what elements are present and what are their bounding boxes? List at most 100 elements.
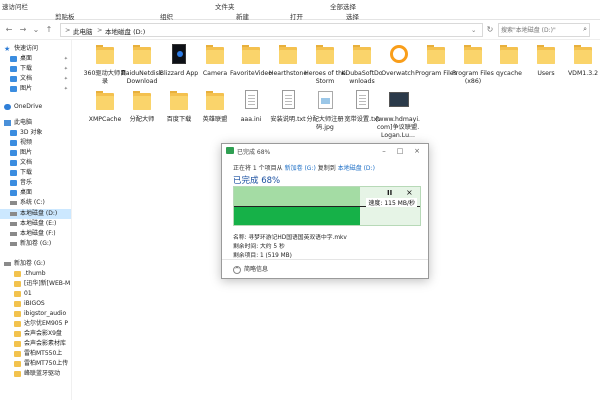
nav-item[interactable]: 本地磁盘 (D:) <box>0 209 71 219</box>
pause-button[interactable]: II <box>387 189 392 197</box>
nav-item-label: 图片 <box>20 85 33 92</box>
nav-item-label: 3D 对象 <box>20 129 43 136</box>
folder-icon <box>14 281 21 287</box>
vertical-scrollbar[interactable] <box>592 40 600 400</box>
nav-item[interactable]: 视频 <box>0 138 71 148</box>
fewer-details-toggle[interactable]: ^ 简略信息 <box>233 264 268 274</box>
pin-icon[interactable]: ✦ <box>64 74 68 84</box>
nav-item[interactable]: 3D 对象 <box>0 128 71 138</box>
dialog-title-bar[interactable]: 已完成 68% – □ × <box>222 144 428 158</box>
folder-icon <box>14 301 21 307</box>
search-icon[interactable]: ⌕ <box>583 25 587 34</box>
nav-item[interactable]: 音乐 <box>0 178 71 188</box>
nav-item-label: 系统 (C:) <box>20 199 45 206</box>
nav-item-label: 新加卷 (G:) <box>14 260 46 267</box>
breadcrumb-drive-d[interactable]: 本地磁盘 (D:) <box>105 26 145 36</box>
nav-item[interactable]: iBIGOS <box>0 299 71 309</box>
folder-icon <box>14 331 21 337</box>
maximize-button[interactable]: □ <box>394 146 406 156</box>
nav-item[interactable]: 01 <box>0 289 71 299</box>
nav-item-label: 此电脑 <box>14 119 33 126</box>
folder-icon <box>316 44 334 66</box>
address-bar[interactable]: > 此电脑 > 本地磁盘 (D:) ⌄ <box>60 23 483 37</box>
recent-chevron-icon[interactable]: ⌄ <box>31 25 41 35</box>
nav-item[interactable]: 本地磁盘 (F:) <box>0 229 71 239</box>
nav-item[interactable]: ibigstor_audio <box>0 309 71 319</box>
nav-item-label: 会声会影X9盘 <box>24 330 62 337</box>
folder-icon <box>500 44 518 66</box>
folder-icon <box>279 44 297 66</box>
folder-icon <box>14 311 21 317</box>
folder-icon <box>206 44 224 66</box>
select-all-button[interactable]: 全部选择 <box>330 1 356 11</box>
folder-icon <box>14 351 21 357</box>
quick-access-label[interactable]: 速访问栏 <box>2 1 28 11</box>
nav-item[interactable]: 雷柏MT550上 <box>0 349 71 359</box>
nav-item[interactable]: 达尔优EM905 P <box>0 319 71 329</box>
nav-item[interactable]: 本地磁盘 (E:) <box>0 219 71 229</box>
new-folder-button[interactable]: 文件夹 <box>215 1 235 11</box>
nav-item[interactable]: 会声会影X9盘 <box>0 329 71 339</box>
folder-icon <box>14 371 21 377</box>
nav-item[interactable]: ★ 快速访问 <box>0 44 71 54</box>
nav-item[interactable]: 桌面 <box>0 188 71 198</box>
nav-item[interactable]: [迅华]新[WEB-M <box>0 279 71 289</box>
progress-fill-upper <box>234 187 361 207</box>
picture-icon <box>10 150 17 156</box>
folder-icon <box>170 90 188 112</box>
nav-item-label: 下载 <box>20 65 33 72</box>
nav-item-label: 快速访问 <box>14 45 39 52</box>
nav-item[interactable]: 峰联蓝牙驱动 <box>0 369 71 379</box>
nav-item-label: .thumb <box>24 270 46 277</box>
nav-item[interactable]: 系统 (C:) <box>0 198 71 208</box>
minimize-button[interactable]: – <box>378 146 390 156</box>
text-file-icon <box>279 90 297 112</box>
source-link[interactable]: 新加卷 (G:) <box>285 165 316 172</box>
back-arrow-icon[interactable]: ← <box>4 25 14 35</box>
nav-item[interactable]: 图片 <box>0 148 71 158</box>
nav-item[interactable]: 图片 ✦ <box>0 84 71 94</box>
nav-item[interactable]: OneDrive <box>0 102 71 112</box>
dialog-title: 已完成 68% <box>237 149 271 156</box>
nav-item-label: 桌面 <box>20 55 33 62</box>
breadcrumb-this-pc[interactable]: 此电脑 <box>73 26 93 36</box>
destination-link[interactable]: 本地磁盘 (D:) <box>338 165 375 172</box>
speed-label: 速度: 115 MB/秒 <box>366 198 417 207</box>
nav-item[interactable]: 雷柏MT750上传 <box>0 359 71 369</box>
nav-item[interactable]: 下载 <box>0 168 71 178</box>
refresh-icon[interactable]: ↻ <box>485 25 495 35</box>
nav-item[interactable]: 下载 ✦ <box>0 64 71 74</box>
pin-icon[interactable]: ✦ <box>64 54 68 64</box>
search-input[interactable] <box>501 25 579 35</box>
nav-item-label: 雷柏MT750上传 <box>24 360 69 367</box>
address-dropdown-icon[interactable]: ⌄ <box>471 26 476 34</box>
nav-item[interactable]: 此电脑 <box>0 118 71 128</box>
drive-icon <box>10 222 17 226</box>
nav-item[interactable]: 文档 <box>0 158 71 168</box>
file-item[interactable]: [www.hdmayi.com]争议联盟.Logan.Lu... <box>376 88 420 144</box>
close-button[interactable]: × <box>411 146 423 156</box>
nav-item-label: [迅华]新[WEB-M <box>24 280 71 287</box>
nav-item-label: OneDrive <box>14 103 43 110</box>
document-icon <box>10 76 17 82</box>
nav-item[interactable]: 会声会影素材库 <box>0 339 71 349</box>
pin-icon[interactable]: ✦ <box>64 64 68 74</box>
up-arrow-icon[interactable]: ↑ <box>44 25 54 35</box>
nav-item-label: 视频 <box>20 139 33 146</box>
address-separator: > <box>65 26 71 34</box>
folder-icon <box>574 44 592 66</box>
pin-icon[interactable]: ✦ <box>64 84 68 94</box>
nav-item[interactable]: .thumb <box>0 269 71 279</box>
image-file-icon <box>316 90 334 112</box>
copy-mid: 复制到 <box>317 165 336 172</box>
time-remaining-line: 剩余时间: 大约 5 秒 <box>233 244 285 250</box>
drive-icon <box>10 212 17 216</box>
nav-item[interactable]: 新加卷 (G:) <box>0 239 71 249</box>
nav-item[interactable]: 新加卷 (G:) <box>0 259 71 269</box>
drive-icon <box>10 242 17 246</box>
stop-button[interactable]: × <box>406 188 413 197</box>
nav-item[interactable]: 桌面 ✦ <box>0 54 71 64</box>
nav-item[interactable]: 文档 ✦ <box>0 74 71 84</box>
forward-arrow-icon[interactable]: → <box>18 25 28 35</box>
desktop-icon <box>10 190 17 196</box>
